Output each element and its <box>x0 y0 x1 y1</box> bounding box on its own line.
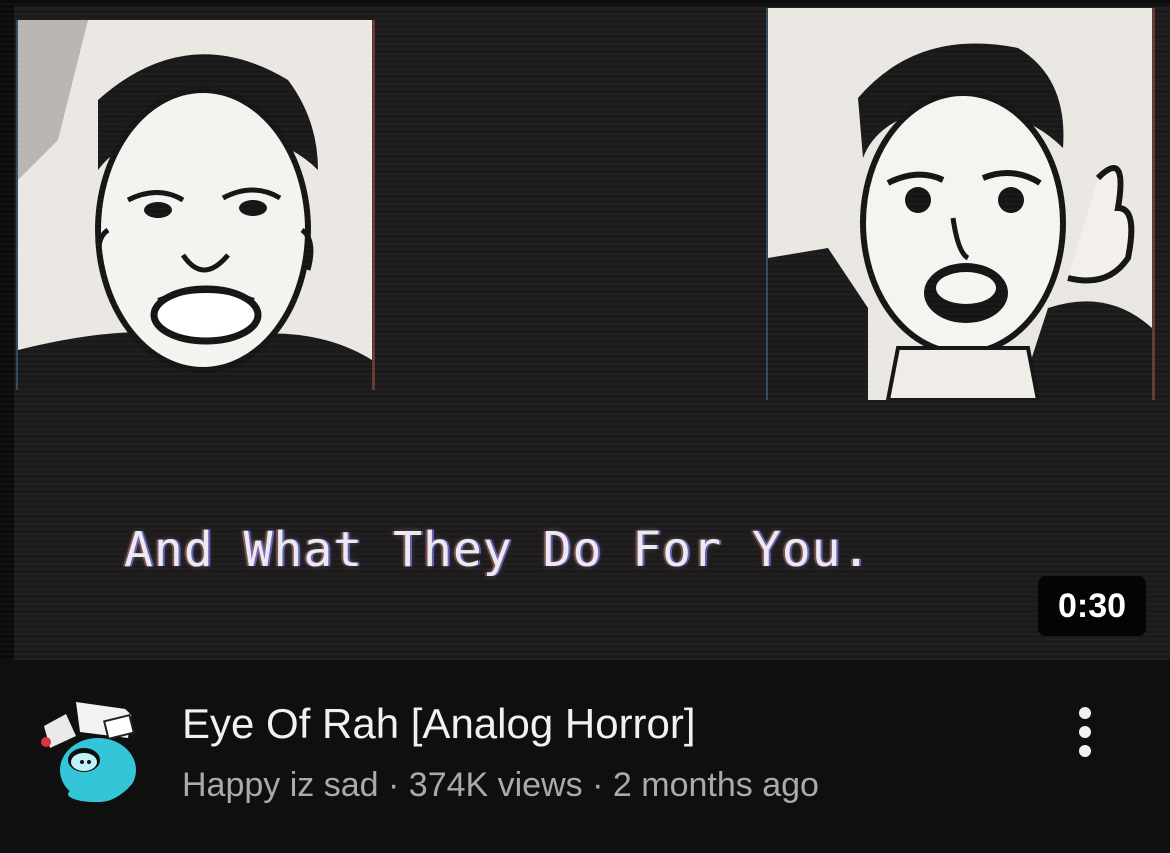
thumbnail-left-edge <box>0 0 14 660</box>
meta-separator: · <box>388 766 400 804</box>
more-options-button[interactable] <box>1062 700 1108 764</box>
video-title[interactable]: Eye Of Rah [Analog Horror] <box>182 700 696 748</box>
channel-name[interactable]: Happy iz sad <box>182 766 379 804</box>
upload-age: 2 months ago <box>612 766 819 804</box>
thumbnail-top-edge <box>0 0 1170 6</box>
video-thumbnail[interactable]: And What They Do For You. 0:30 <box>0 0 1170 660</box>
video-card[interactable]: And What They Do For You. 0:30 Eye Of Ra… <box>0 0 1170 853</box>
channel-avatar-icon <box>36 696 144 804</box>
video-metadata: Happy iz sad · 374K views · 2 months ago <box>182 766 819 805</box>
left-portrait-drawing <box>18 20 372 390</box>
thumbnail-right-portrait <box>768 8 1152 400</box>
meta-separator: · <box>592 766 604 804</box>
thumbnail-left-portrait <box>18 20 372 390</box>
view-count: 374K views <box>408 766 583 804</box>
thumbnail-caption: And What They Do For You. <box>124 522 872 578</box>
right-portrait-drawing <box>768 8 1152 400</box>
duration-badge: 0:30 <box>1038 576 1146 636</box>
more-vert-icon <box>1079 707 1091 757</box>
channel-avatar[interactable] <box>36 696 144 804</box>
